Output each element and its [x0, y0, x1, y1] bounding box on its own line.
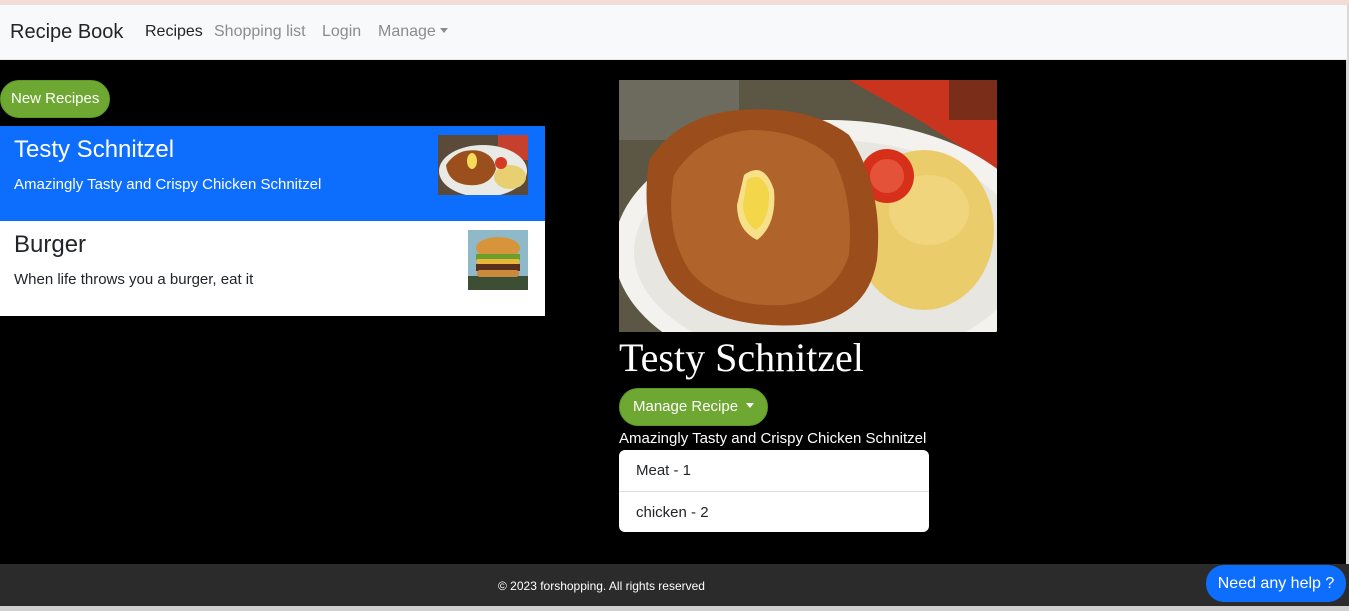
manage-recipe-label: Manage Recipe	[633, 398, 739, 415]
footer-copyright: © 2023 forshopping. All rights reserved	[498, 579, 705, 593]
recipe-list-item-burger[interactable]: Burger When life throws you a burger, ea…	[0, 221, 545, 316]
ingredient-item[interactable]: Meat - 1	[619, 450, 929, 491]
recipe-title: Burger	[14, 231, 87, 258]
ingredient-list: Meat - 1 chicken - 2	[619, 450, 929, 532]
nav-login[interactable]: Login	[322, 23, 361, 41]
recipe-detail-title: Testy Schnitzel	[619, 335, 864, 380]
burger-thumbnail	[468, 230, 528, 290]
chevron-down-icon	[746, 403, 755, 408]
browser-bottom-edge	[0, 606, 1349, 611]
help-button[interactable]: Need any help ?	[1206, 565, 1346, 602]
ingredient-item[interactable]: chicken - 2	[619, 491, 929, 532]
manage-recipe-dropdown[interactable]: Manage Recipe	[619, 388, 769, 426]
new-recipe-button[interactable]: New Recipes	[0, 80, 111, 118]
nav-recipes[interactable]: Recipes	[145, 23, 203, 41]
footer: © 2023 forshopping. All rights reserved	[0, 564, 1349, 606]
recipe-detail-description: Amazingly Tasty and Crispy Chicken Schni…	[619, 430, 927, 447]
nav-manage-dropdown[interactable]: Manage	[378, 23, 448, 41]
nav-shopping-list[interactable]: Shopping list	[214, 23, 306, 41]
recipe-list-item-schnitzel[interactable]: Testy Schnitzel Amazingly Tasty and Cris…	[0, 126, 545, 221]
recipe-hero-image	[619, 80, 997, 332]
recipe-description: When life throws you a burger, eat it	[14, 271, 254, 288]
schnitzel-thumbnail	[438, 135, 528, 195]
brand[interactable]: Recipe Book	[10, 21, 123, 44]
recipe-description: Amazingly Tasty and Crispy Chicken Schni…	[14, 176, 322, 193]
nav-manage-label: Manage	[378, 23, 436, 40]
navbar: Recipe Book Recipes Shopping list Login …	[0, 5, 1349, 60]
chevron-down-icon	[439, 28, 448, 33]
recipe-title: Testy Schnitzel	[14, 136, 175, 163]
